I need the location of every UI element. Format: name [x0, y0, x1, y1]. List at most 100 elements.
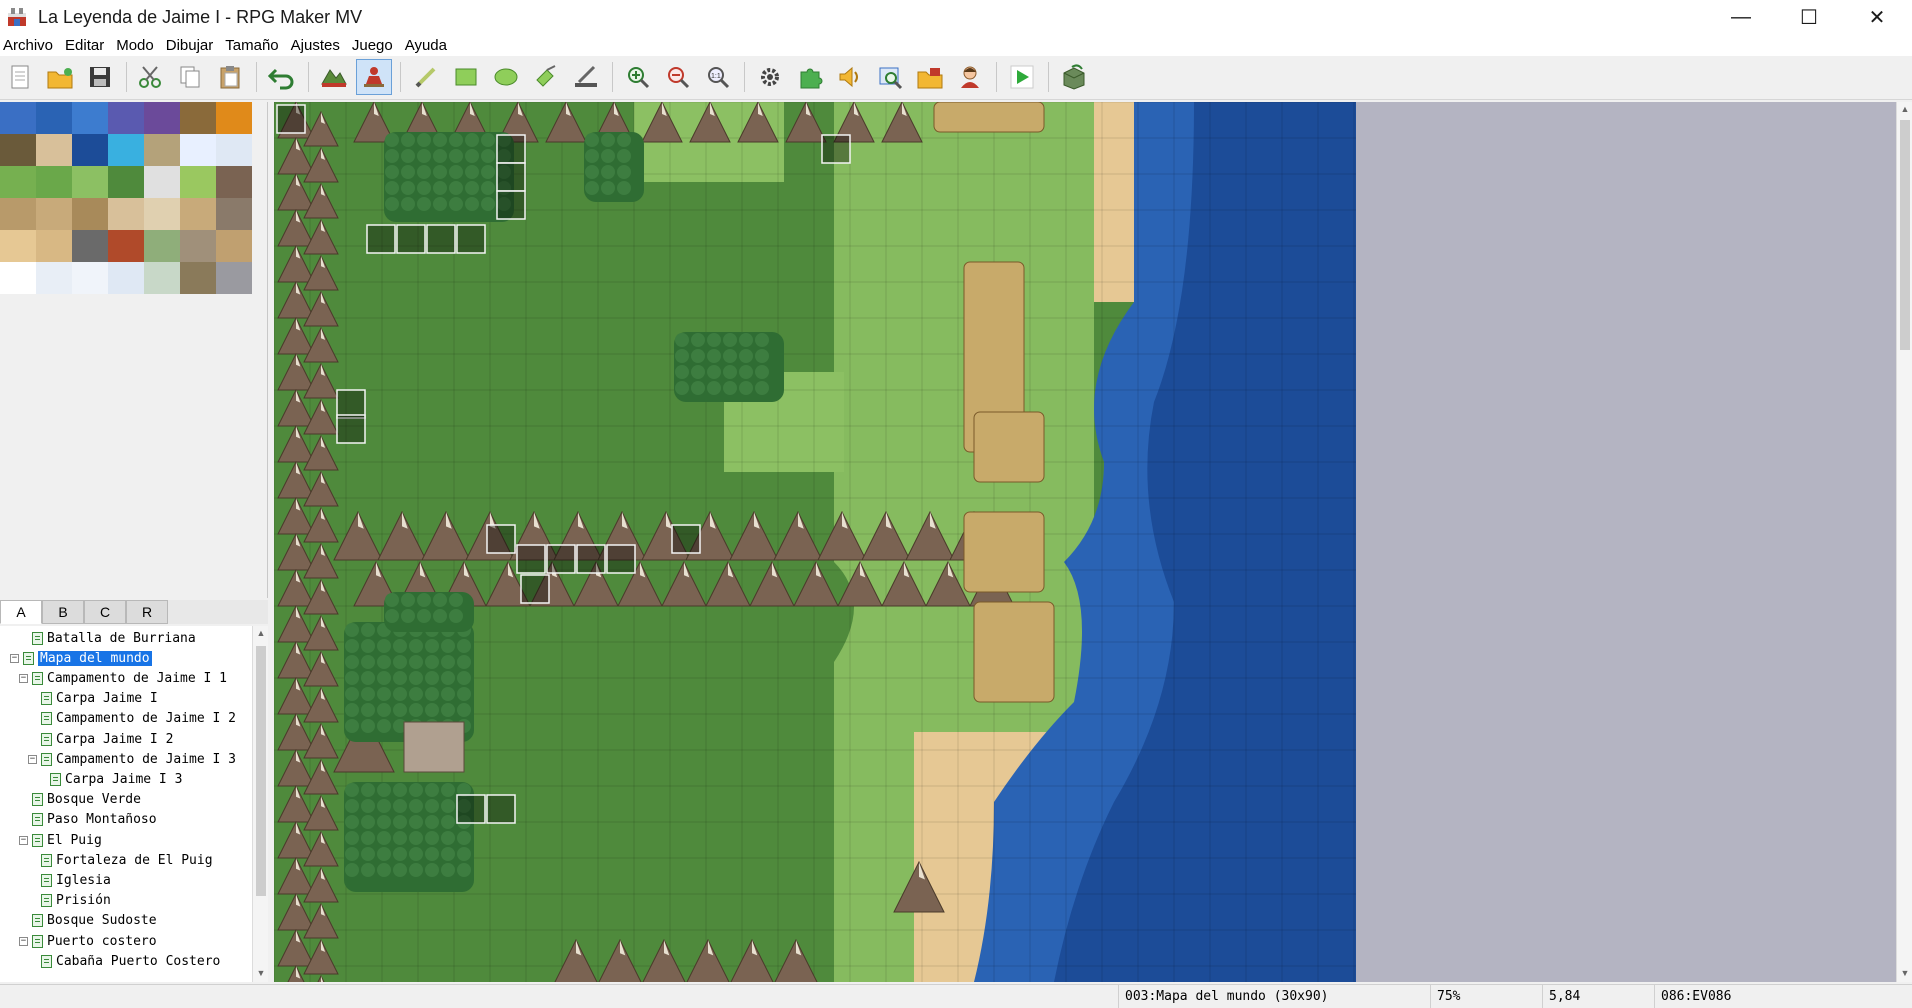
resource-manager-button[interactable] — [912, 59, 948, 95]
tileset-tile[interactable] — [108, 102, 144, 134]
tileset-tile[interactable] — [36, 230, 72, 262]
tileset-tile[interactable] — [0, 166, 36, 198]
menu-archivo[interactable]: Archivo — [0, 37, 59, 54]
map-tree-item[interactable]: Bosque Verde — [0, 790, 252, 810]
pencil-button[interactable] — [408, 59, 444, 95]
menu-editar[interactable]: Editar — [62, 37, 110, 54]
map-tree-item[interactable]: Prisión — [0, 891, 252, 911]
zoom-out-button[interactable] — [660, 59, 696, 95]
map-canvas[interactable] — [274, 102, 1356, 982]
tab-c[interactable]: C — [84, 600, 126, 624]
tileset-tile[interactable] — [216, 198, 252, 230]
tree-collapse-icon[interactable]: − — [10, 653, 19, 663]
map-tree-item[interactable]: Carpa Jaime I — [0, 689, 252, 709]
map-tree-item[interactable]: − Campamento de Jaime I 3 — [0, 749, 252, 769]
map-tree-scroll-thumb[interactable] — [256, 646, 266, 896]
map-tree-scrollbar[interactable]: ▲ ▼ — [252, 626, 268, 982]
tileset-tile[interactable] — [216, 166, 252, 198]
tileset-palette[interactable] — [0, 102, 268, 598]
paste-button[interactable] — [212, 59, 248, 95]
tileset-tile[interactable] — [144, 166, 180, 198]
map-tree-item[interactable]: Fortaleza de El Puig — [0, 850, 252, 870]
tileset-tile[interactable] — [180, 198, 216, 230]
tileset-tile[interactable] — [72, 166, 108, 198]
sound-test-button[interactable] — [832, 59, 868, 95]
save-project-button[interactable] — [82, 59, 118, 95]
database-button[interactable] — [752, 59, 788, 95]
event-searcher-button[interactable] — [872, 59, 908, 95]
tileset-tile[interactable] — [108, 198, 144, 230]
rectangle-button[interactable] — [448, 59, 484, 95]
tileset-grid[interactable] — [0, 102, 252, 294]
zoom-actual-button[interactable]: 1:1 — [700, 59, 736, 95]
tileset-tile[interactable] — [180, 166, 216, 198]
tileset-tile[interactable] — [216, 230, 252, 262]
tileset-tile[interactable] — [36, 262, 72, 294]
character-generator-button[interactable] — [952, 59, 988, 95]
ellipse-button[interactable] — [488, 59, 524, 95]
tileset-tile[interactable] — [144, 198, 180, 230]
tileset-tile[interactable] — [72, 262, 108, 294]
map-scroll-up-icon[interactable]: ▲ — [1900, 104, 1910, 116]
menu-dibujar[interactable]: Dibujar — [163, 37, 220, 54]
map-tree-item[interactable]: Batalla de Burriana — [0, 628, 252, 648]
tileset-tile[interactable] — [108, 262, 144, 294]
map-tree-item[interactable]: Iglesia — [0, 870, 252, 890]
tileset-tile[interactable] — [0, 102, 36, 134]
tileset-tile[interactable] — [36, 198, 72, 230]
tileset-tile[interactable] — [36, 166, 72, 198]
scroll-up-icon[interactable]: ▲ — [256, 628, 266, 640]
open-project-button[interactable] — [42, 59, 78, 95]
fill-button[interactable] — [528, 59, 564, 95]
map-scroll-down-icon[interactable]: ▼ — [1900, 968, 1910, 980]
map-editor-area[interactable]: ▲ ▼ — [274, 102, 1912, 982]
tab-b[interactable]: B — [42, 600, 84, 624]
tileset-tile[interactable] — [0, 230, 36, 262]
map-tree-item[interactable]: − Mapa del mundo — [0, 648, 252, 668]
tileset-tile[interactable] — [0, 198, 36, 230]
map-mode-button[interactable] — [316, 59, 352, 95]
tileset-tile[interactable] — [216, 102, 252, 134]
tileset-tile[interactable] — [36, 102, 72, 134]
menu-tamano[interactable]: Tamaño — [222, 37, 284, 54]
zoom-in-button[interactable] — [620, 59, 656, 95]
shadow-pen-button[interactable] — [568, 59, 604, 95]
tileset-tile[interactable] — [216, 262, 252, 294]
map-tree-item[interactable]: Bosque Sudoste — [0, 911, 252, 931]
close-button[interactable]: ✕ — [1842, 0, 1912, 34]
map-tree-item[interactable]: Carpa Jaime I 3 — [0, 769, 252, 789]
tileset-tile[interactable] — [0, 262, 36, 294]
map-tree-item[interactable]: − Puerto costero — [0, 931, 252, 951]
map-tree[interactable]: Batalla de Burriana − Mapa del mundo − Campa… — [0, 626, 252, 982]
menu-modo[interactable]: Modo — [113, 37, 160, 54]
tileset-tile[interactable] — [108, 230, 144, 262]
map-vertical-scrollbar[interactable]: ▲ ▼ — [1896, 102, 1912, 982]
event-mode-button[interactable] — [356, 59, 392, 95]
tileset-tile[interactable] — [108, 134, 144, 166]
tileset-tile[interactable] — [144, 102, 180, 134]
copy-button[interactable] — [172, 59, 208, 95]
menu-ajustes[interactable]: Ajustes — [288, 37, 346, 54]
map-tree-item[interactable]: Paso Montañoso — [0, 810, 252, 830]
tab-a[interactable]: A — [0, 600, 42, 624]
undo-button[interactable] — [264, 59, 300, 95]
tree-collapse-icon[interactable]: − — [28, 754, 37, 764]
map-tree-item[interactable]: − El Puig — [0, 830, 252, 850]
cut-button[interactable] — [132, 59, 168, 95]
new-project-button[interactable] — [2, 59, 38, 95]
map-scroll-thumb[interactable] — [1900, 120, 1910, 350]
tileset-tile[interactable] — [144, 230, 180, 262]
menu-juego[interactable]: Juego — [349, 37, 399, 54]
tileset-tile[interactable] — [72, 230, 108, 262]
deployment-button[interactable] — [1056, 59, 1092, 95]
tree-collapse-icon[interactable]: − — [19, 936, 28, 946]
menu-ayuda[interactable]: Ayuda — [402, 37, 453, 54]
tileset-tile[interactable] — [216, 134, 252, 166]
tileset-tile[interactable] — [144, 262, 180, 294]
tileset-tile[interactable] — [72, 198, 108, 230]
playtest-button[interactable] — [1004, 59, 1040, 95]
maximize-button[interactable]: ☐ — [1774, 0, 1844, 34]
minimize-button[interactable]: — — [1706, 0, 1776, 34]
tileset-tile[interactable] — [180, 262, 216, 294]
tab-r[interactable]: R — [126, 600, 168, 624]
